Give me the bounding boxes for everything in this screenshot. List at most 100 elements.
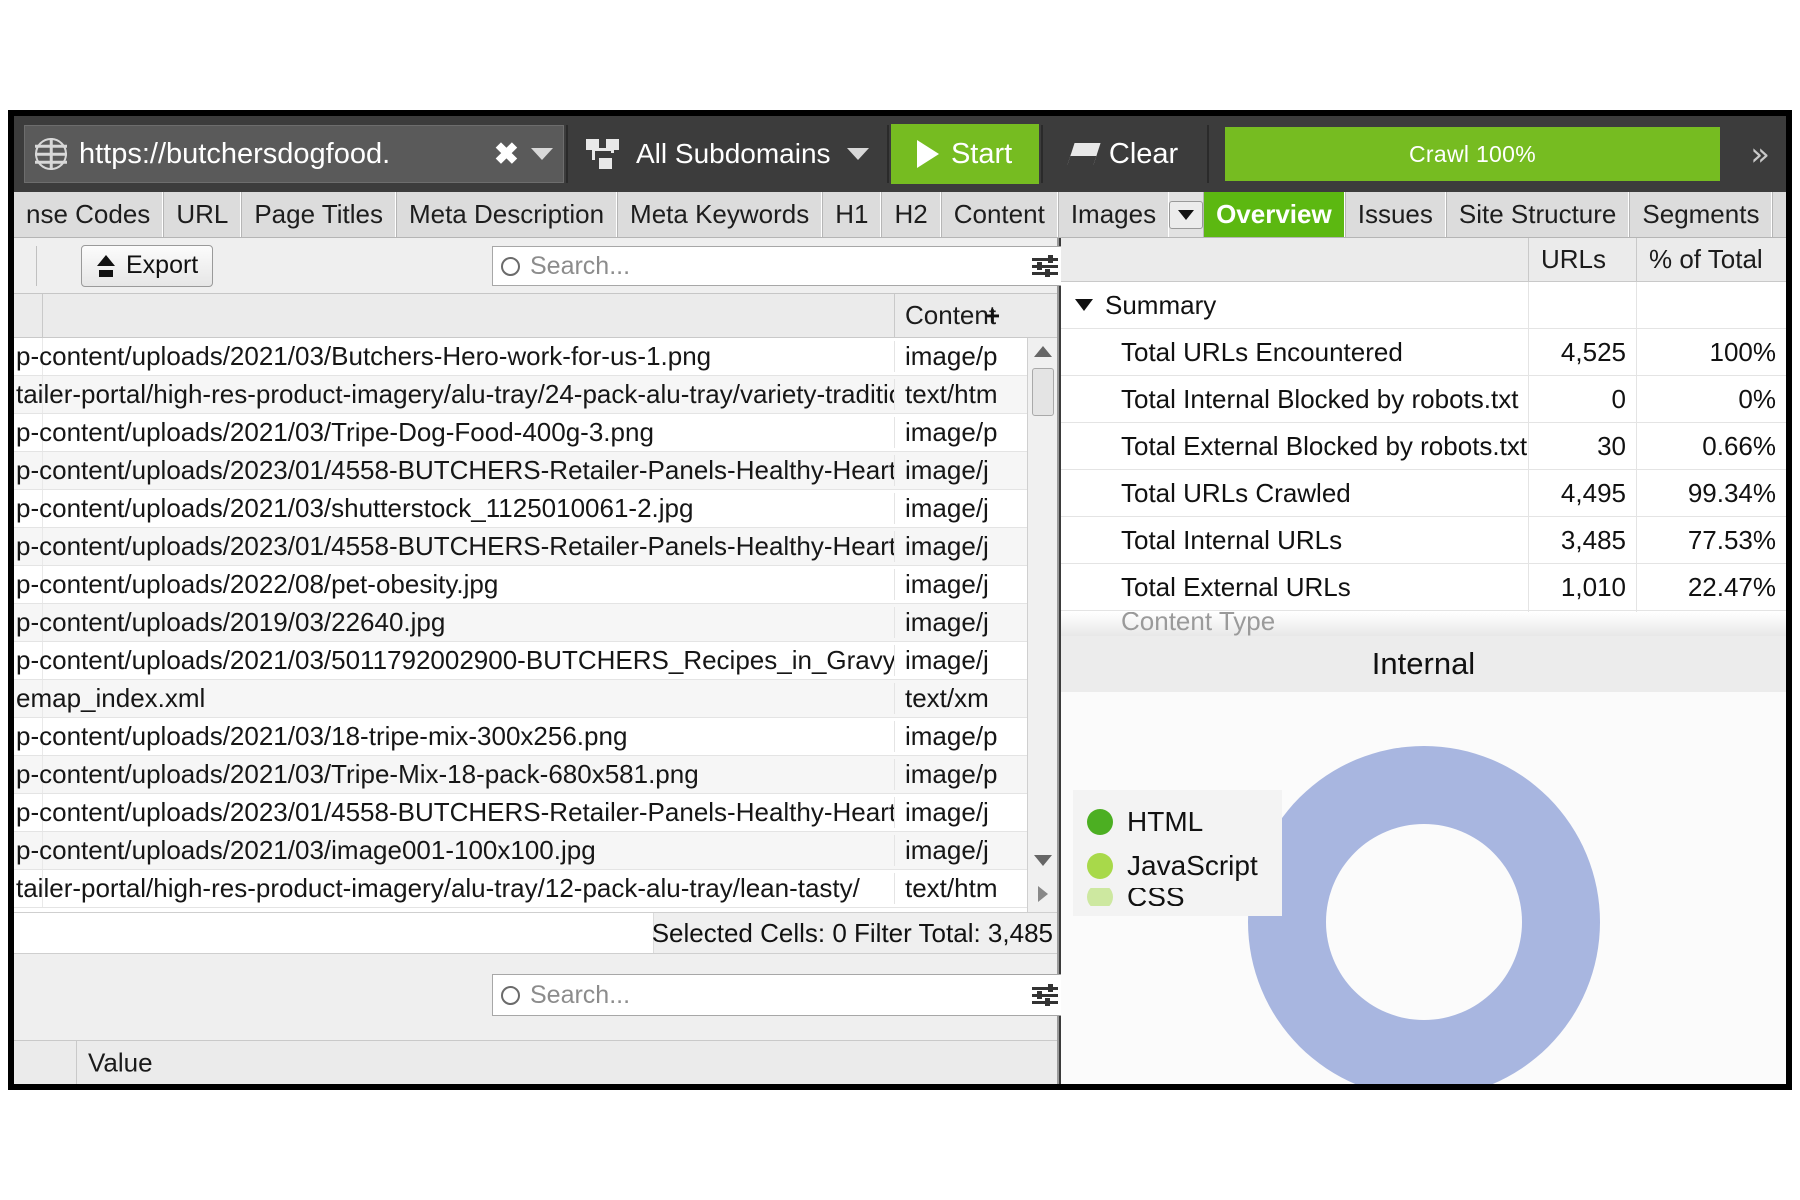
summary-table[interactable]: Summary Total URLs Encountered 4,525 100% To… — [1061, 282, 1786, 612]
tab-site-structure[interactable]: Site Structure — [1445, 192, 1630, 237]
crawl-mode-chevron-down-icon[interactable] — [846, 148, 869, 160]
cell-address[interactable]: p-content/uploads/2019/03/22640.jpg — [14, 607, 894, 638]
table-row[interactable]: p-content/uploads/2021/03/18-tripe-mix-3… — [14, 718, 1057, 756]
cell-address[interactable]: p-content/uploads/2021/03/image001-100x1… — [14, 835, 894, 866]
filter-settings-icon[interactable] — [1032, 255, 1058, 277]
cell-content-type[interactable]: image/p — [894, 341, 1014, 372]
table-row[interactable]: p-content/uploads/2021/03/Tripe-Dog-Food… — [14, 414, 1057, 452]
table-row[interactable]: tailer-portal/high-res-product-imagery/a… — [14, 870, 1057, 908]
summary-row[interactable]: Total External URLs 1,010 22.47% — [1061, 564, 1786, 611]
donut-chart[interactable]: HTML JavaScript CSS — [1061, 692, 1786, 1084]
url-grid[interactable]: p-content/uploads/2021/03/Butchers-Hero-… — [14, 338, 1057, 912]
table-row[interactable]: p-content/uploads/2023/01/4558-BUTCHERS-… — [14, 452, 1057, 490]
scrollbar-thumb[interactable] — [1032, 368, 1054, 416]
clear-url-icon[interactable]: ✖ — [494, 137, 519, 172]
summary-group-row[interactable]: Summary — [1061, 282, 1786, 329]
legend-item-html[interactable]: HTML — [1087, 800, 1258, 844]
tab-h1[interactable]: H1 — [822, 192, 882, 237]
tab-response-times[interactable]: Response Times — [1772, 192, 1786, 237]
cell-content-type[interactable]: image/j — [894, 531, 1014, 562]
cell-content-type[interactable]: text/htm — [894, 873, 1014, 904]
summary-scroll-fade: Content Type — [1061, 612, 1786, 636]
toolbar-overflow-icon[interactable]: » — [1734, 135, 1786, 173]
crawl-mode-selector[interactable]: All Subdomains — [570, 125, 885, 183]
grid-vertical-scrollbar[interactable] — [1027, 338, 1057, 912]
legend-item-css[interactable]: CSS — [1087, 888, 1258, 906]
chevron-down-icon[interactable] — [1075, 299, 1093, 311]
cell-content-type[interactable]: image/j — [894, 645, 1014, 676]
table-row[interactable]: p-content/uploads/2019/03/22640.jpg image… — [14, 604, 1057, 642]
table-row[interactable]: emap_index.xml text/xm — [14, 680, 1057, 718]
cell-content-type[interactable]: image/j — [894, 607, 1014, 638]
cell-address[interactable]: p-content/uploads/2021/03/shutterstock_1… — [14, 493, 894, 524]
summary-row[interactable]: Total Internal URLs 3,485 77.53% — [1061, 517, 1786, 564]
clear-button[interactable]: Clear — [1044, 124, 1205, 184]
table-row[interactable]: p-content/uploads/2021/03/image001-100x1… — [14, 832, 1057, 870]
cell-address[interactable]: p-content/uploads/2021/03/Tripe-Dog-Food… — [14, 417, 894, 448]
cell-address[interactable]: p-content/uploads/2021/03/Tripe-Mix-18-p… — [14, 759, 894, 790]
tab-segments[interactable]: Segments — [1629, 192, 1773, 237]
table-row[interactable]: p-content/uploads/2021/03/shutterstock_1… — [14, 490, 1057, 528]
scroll-down-icon[interactable] — [1033, 855, 1052, 866]
summary-row[interactable]: Total External Blocked by robots.txt 30 0.… — [1061, 423, 1786, 470]
table-row[interactable]: tailer-portal/high-res-product-imagery/a… — [14, 376, 1057, 414]
tab-h2[interactable]: H2 — [881, 192, 941, 237]
cell-content-type[interactable]: image/p — [894, 759, 1014, 790]
export-button[interactable]: Export — [81, 244, 214, 287]
cell-address[interactable]: p-content/uploads/2023/01/4558-BUTCHERS-… — [14, 531, 894, 562]
table-row[interactable]: p-content/uploads/2021/03/5011792002900-… — [14, 642, 1057, 680]
start-button[interactable]: Start — [890, 124, 1039, 184]
grid-search-input[interactable]: Search... — [492, 246, 1067, 286]
url-value: https://butchersdogfood. — [79, 137, 391, 170]
cell-content-type[interactable]: image/p — [894, 417, 1014, 448]
cell-address[interactable]: p-content/uploads/2021/03/18-tripe-mix-3… — [14, 721, 894, 752]
cell-content-type[interactable]: image/j — [894, 797, 1014, 828]
tab-meta-description[interactable]: Meta Description — [395, 192, 618, 237]
summary-header-urls[interactable]: URLs — [1528, 238, 1636, 281]
table-row[interactable]: p-content/uploads/2021/03/Tripe-Mix-18-p… — [14, 756, 1057, 794]
legend-item-javascript[interactable]: JavaScript — [1087, 844, 1258, 888]
cell-address[interactable]: p-content/uploads/2023/01/4558-BUTCHERS-… — [14, 455, 894, 486]
cell-address[interactable]: tailer-portal/high-res-product-imagery/a… — [14, 379, 894, 410]
cell-address[interactable]: p-content/uploads/2023/01/4558-BUTCHERS-… — [14, 797, 894, 828]
tab-images[interactable]: Images — [1057, 192, 1170, 237]
tab-issues[interactable]: Issues — [1344, 192, 1446, 237]
table-row[interactable]: p-content/uploads/2023/01/4558-BUTCHERS-… — [14, 528, 1057, 566]
summary-row[interactable]: Total URLs Crawled 4,495 99.34% — [1061, 470, 1786, 517]
filter-settings-icon[interactable] — [1032, 984, 1058, 1006]
detail-search-input[interactable]: Search... — [492, 974, 1067, 1016]
left-tabs-overflow-button[interactable] — [1169, 192, 1204, 237]
column-header-value[interactable]: Value — [88, 1047, 153, 1078]
cell-address[interactable]: emap_index.xml — [14, 683, 894, 714]
summary-header-percent[interactable]: % of Total — [1636, 238, 1786, 281]
tab-page-titles[interactable]: Page Titles — [241, 192, 396, 237]
url-history-chevron-down-icon[interactable] — [531, 148, 553, 160]
table-row[interactable]: p-content/uploads/2022/08/pet-obesity.jp… — [14, 566, 1057, 604]
cell-address[interactable]: tailer-portal/high-res-product-imagery/a… — [14, 873, 894, 904]
cell-content-type[interactable]: image/j — [894, 569, 1014, 600]
scroll-right-icon[interactable] — [1037, 886, 1048, 902]
tab-meta-keywords[interactable]: Meta Keywords — [617, 192, 823, 237]
cell-content-type[interactable]: text/xm — [894, 683, 1014, 714]
cell-content-type[interactable]: image/j — [894, 455, 1014, 486]
scroll-up-icon[interactable] — [1033, 346, 1052, 357]
url-input[interactable]: https://butchersdogfood. ✖ — [24, 125, 564, 183]
cell-content-type[interactable]: image/p — [894, 721, 1014, 752]
cell-content-type[interactable]: image/j — [894, 493, 1014, 524]
tab-url[interactable]: URL — [163, 192, 242, 237]
column-header-content[interactable]: Content + — [894, 294, 1014, 337]
summary-group-label: Summary — [1105, 289, 1217, 320]
cell-address[interactable]: p-content/uploads/2022/08/pet-obesity.jp… — [14, 569, 894, 600]
summary-row[interactable]: Total Internal Blocked by robots.txt 0 0% — [1061, 376, 1786, 423]
tab-content[interactable]: Content — [940, 192, 1058, 237]
table-row[interactable]: p-content/uploads/2021/03/Butchers-Hero-… — [14, 338, 1057, 376]
tab-overview[interactable]: Overview — [1203, 192, 1345, 237]
summary-row[interactable]: Total URLs Encountered 4,525 100% — [1061, 329, 1786, 376]
cell-address[interactable]: p-content/uploads/2021/03/Butchers-Hero-… — [14, 341, 894, 372]
tab-response-codes[interactable]: nse Codes — [14, 192, 164, 237]
table-row[interactable]: p-content/uploads/2023/01/4558-BUTCHERS-… — [14, 794, 1057, 832]
cell-content-type[interactable]: image/j — [894, 835, 1014, 866]
add-column-icon[interactable]: + — [985, 300, 1000, 331]
cell-address[interactable]: p-content/uploads/2021/03/5011792002900-… — [14, 645, 894, 676]
cell-content-type[interactable]: text/htm — [894, 379, 1014, 410]
